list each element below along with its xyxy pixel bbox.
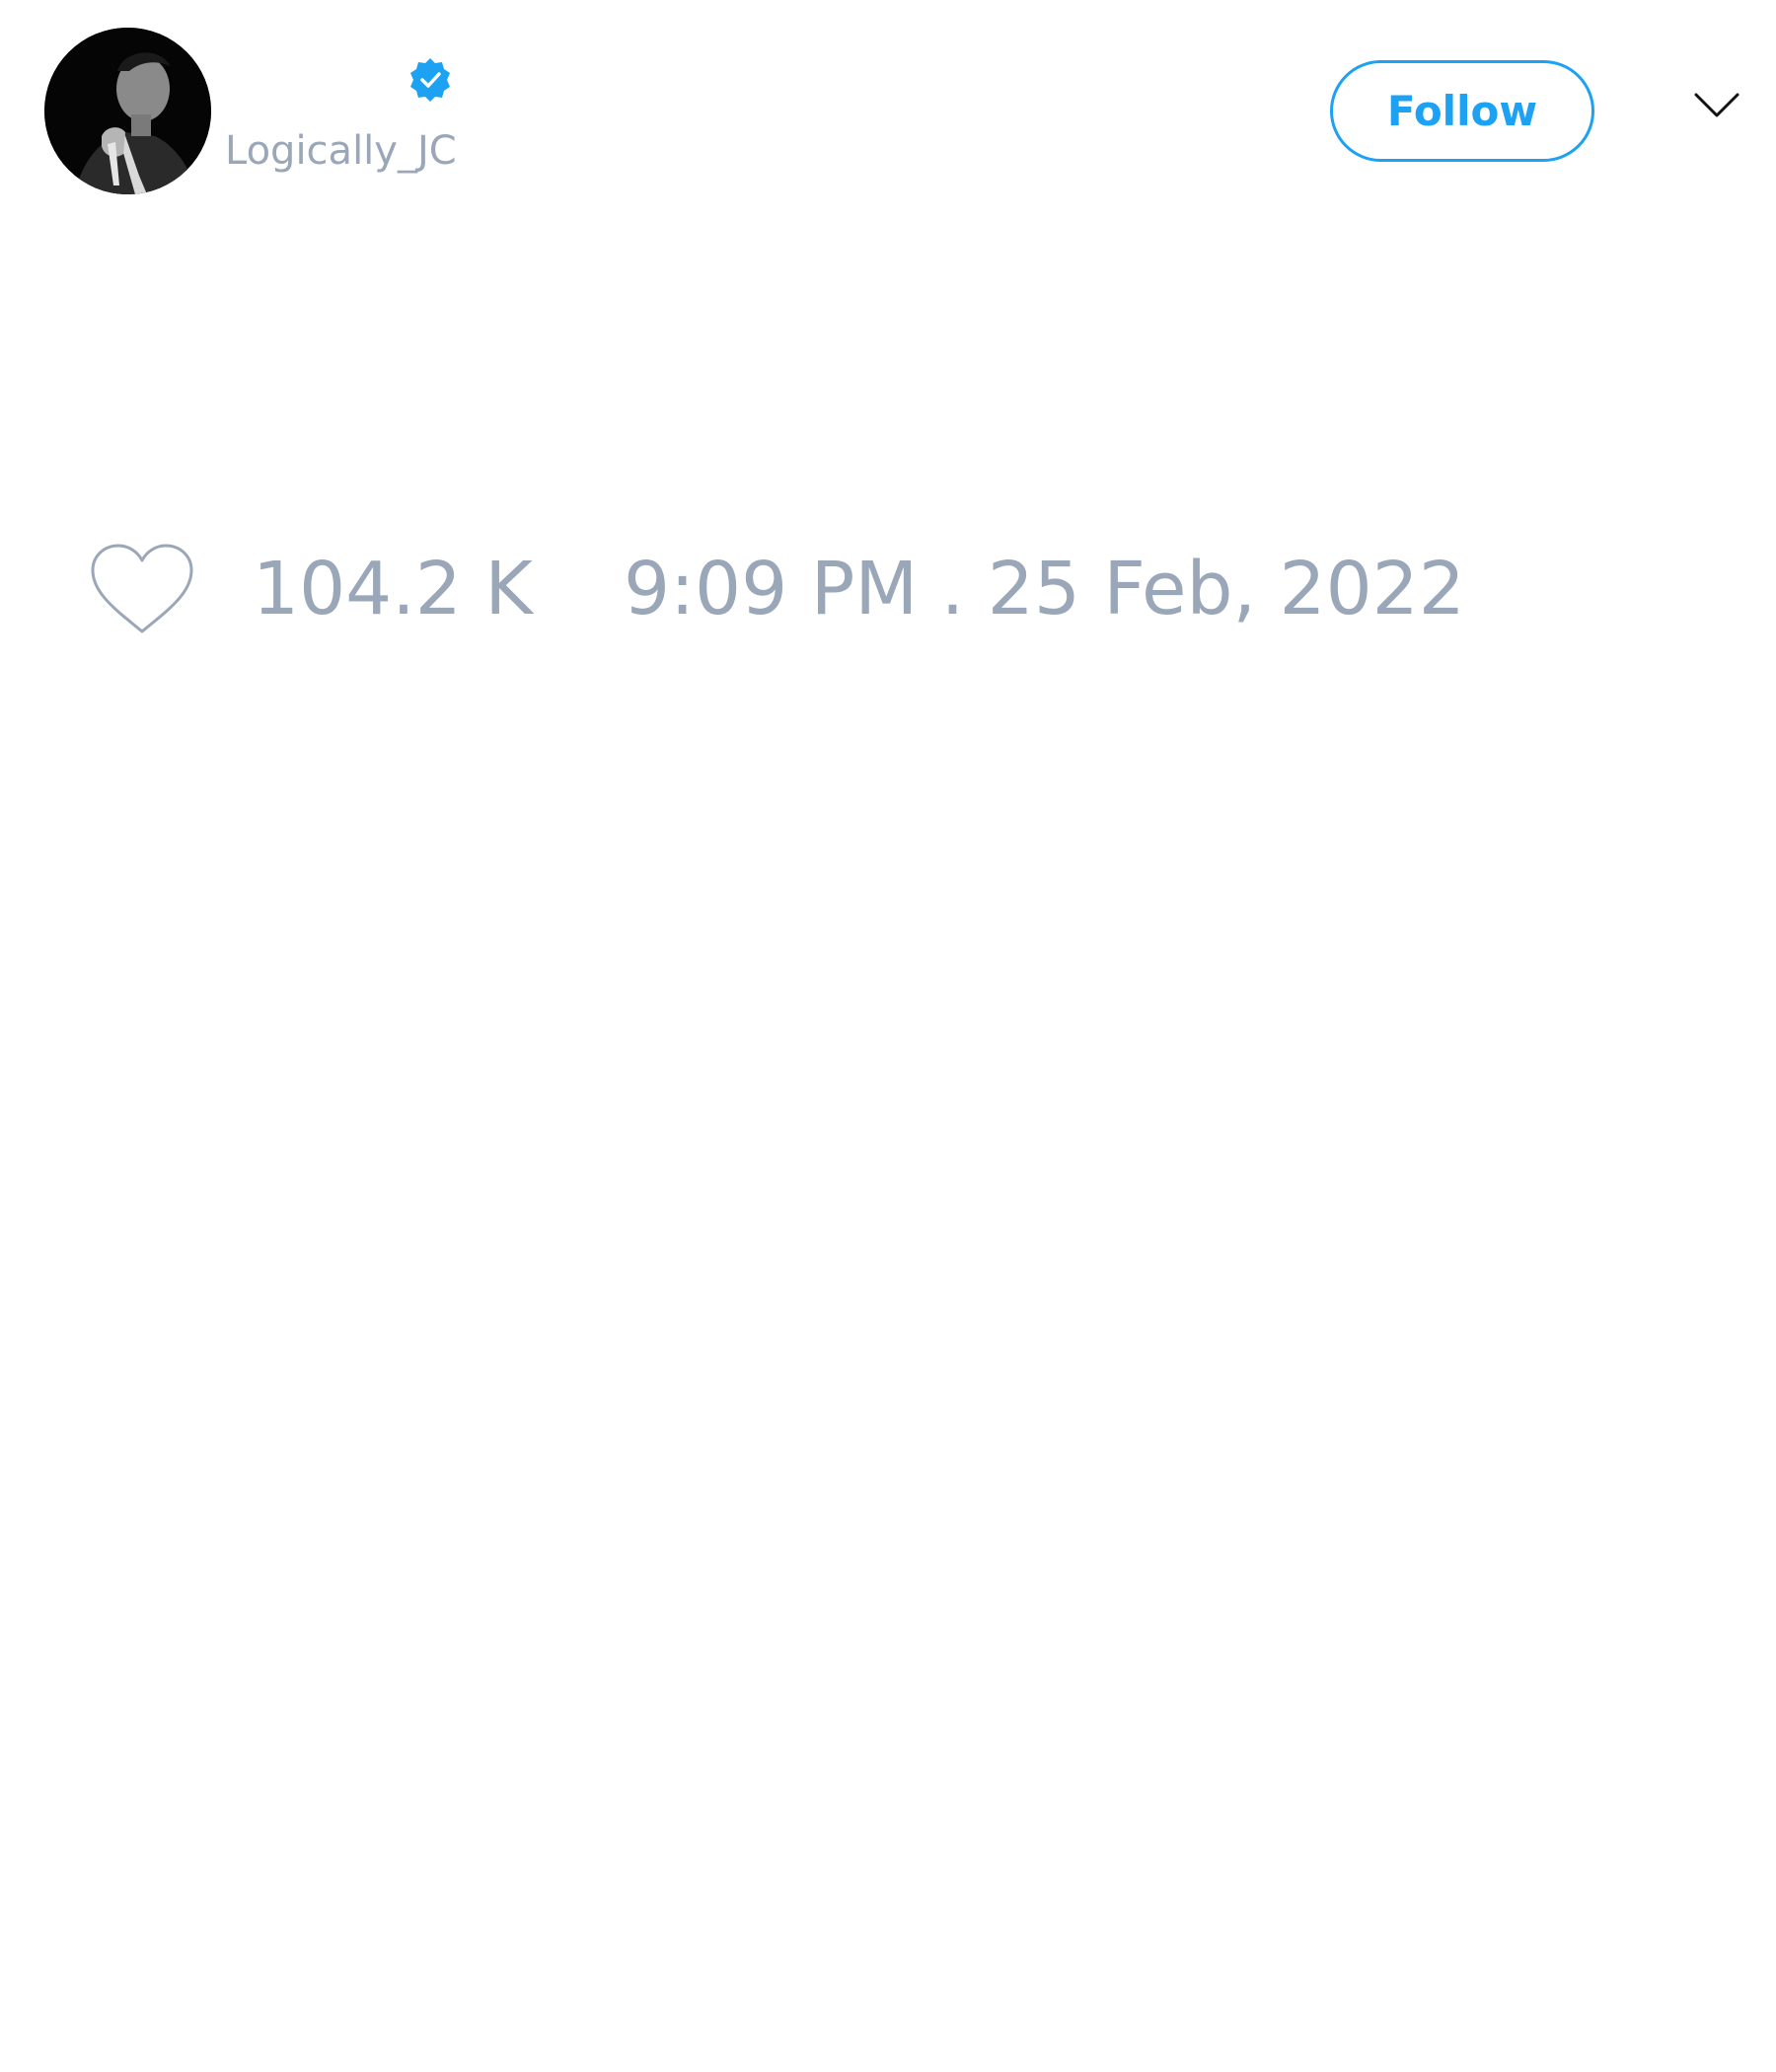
verified-badge-icon [410,58,450,102]
chevron-down-icon[interactable] [1693,91,1740,120]
profile-photo-icon [44,28,211,194]
avatar[interactable] [44,28,211,194]
heart-icon[interactable] [89,543,195,636]
tweet-timestamp[interactable]: 9:09 PM . 25 Feb, 2022 [624,546,1465,632]
follow-button[interactable]: Follow [1330,60,1594,162]
author-handle[interactable]: Logically_JC [225,124,457,178]
like-count: 104.2 K [253,547,533,631]
